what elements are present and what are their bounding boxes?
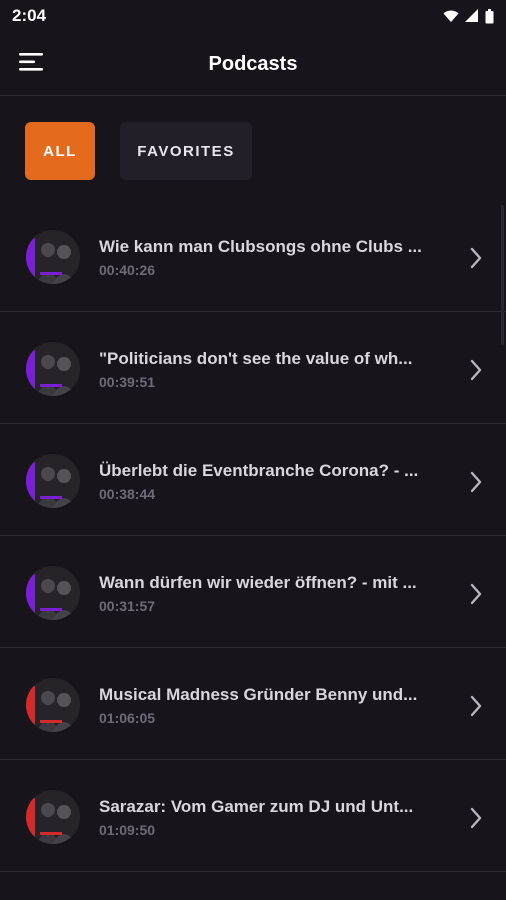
page-title: Podcasts bbox=[208, 52, 298, 75]
episode-title: Sarazar: Vom Gamer zum DJ und Unt... bbox=[99, 797, 414, 816]
filter-tabs: ALL FAVORITES bbox=[25, 122, 252, 180]
episode-list: Wie kann man Clubsongs ohne Clubs ... 00:… bbox=[0, 200, 506, 872]
list-item[interactable]: Musical Madness Gründer Benny und... 01:0… bbox=[0, 648, 506, 760]
episode-duration: 00:31:57 bbox=[99, 598, 156, 614]
wifi-icon bbox=[443, 9, 459, 23]
status-bar: 2:04 bbox=[0, 0, 506, 32]
episode-duration: 01:09:50 bbox=[99, 822, 156, 838]
episode-title: Überlebt die Eventbranche Corona? - ... bbox=[99, 461, 419, 480]
list-item[interactable]: Wann dürfen wir wieder öffnen? - mit ...… bbox=[0, 536, 506, 648]
episode-title: Wann dürfen wir wieder öffnen? - mit ... bbox=[99, 573, 417, 592]
tab-favorites[interactable]: FAVORITES bbox=[120, 122, 252, 180]
podcast-cover-image bbox=[26, 342, 80, 396]
list-item[interactable]: Überlebt die Eventbranche Corona? - ... 0… bbox=[0, 424, 506, 536]
menu-button[interactable] bbox=[12, 44, 52, 84]
podcast-cover-image bbox=[26, 678, 80, 732]
list-item[interactable]: Wie kann man Clubsongs ohne Clubs ... 00:… bbox=[0, 200, 506, 312]
chevron-right-icon[interactable] bbox=[462, 692, 490, 720]
episode-duration: 00:38:44 bbox=[99, 486, 156, 502]
episode-duration: 01:06:05 bbox=[99, 710, 156, 726]
episode-title: "Politicians don't see the value of wh..… bbox=[99, 349, 413, 368]
chevron-right-icon[interactable] bbox=[462, 804, 490, 832]
status-time: 2:04 bbox=[12, 6, 47, 25]
menu-icon bbox=[19, 52, 45, 76]
chevron-right-icon[interactable] bbox=[462, 468, 490, 496]
list-item[interactable]: "Politicians don't see the value of wh..… bbox=[0, 312, 506, 424]
podcast-cover-image bbox=[26, 230, 80, 284]
podcast-cover-image bbox=[26, 454, 80, 508]
chevron-right-icon[interactable] bbox=[462, 244, 490, 272]
podcast-cover-image bbox=[26, 790, 80, 844]
episode-duration: 00:39:51 bbox=[99, 374, 156, 390]
chevron-right-icon[interactable] bbox=[462, 356, 490, 384]
podcast-cover-image bbox=[26, 566, 80, 620]
episode-duration: 00:40:26 bbox=[99, 262, 156, 278]
chevron-right-icon[interactable] bbox=[462, 580, 490, 608]
episode-title: Wie kann man Clubsongs ohne Clubs ... bbox=[99, 237, 422, 256]
tab-all[interactable]: ALL bbox=[25, 122, 95, 180]
episode-title: Musical Madness Gründer Benny und... bbox=[99, 685, 418, 704]
status-icons bbox=[443, 8, 494, 24]
app-bar: Podcasts bbox=[0, 32, 506, 96]
scrollbar[interactable] bbox=[501, 205, 504, 345]
battery-icon bbox=[485, 8, 494, 24]
signal-icon bbox=[465, 9, 479, 23]
list-item[interactable]: Sarazar: Vom Gamer zum DJ und Unt... 01:0… bbox=[0, 760, 506, 872]
